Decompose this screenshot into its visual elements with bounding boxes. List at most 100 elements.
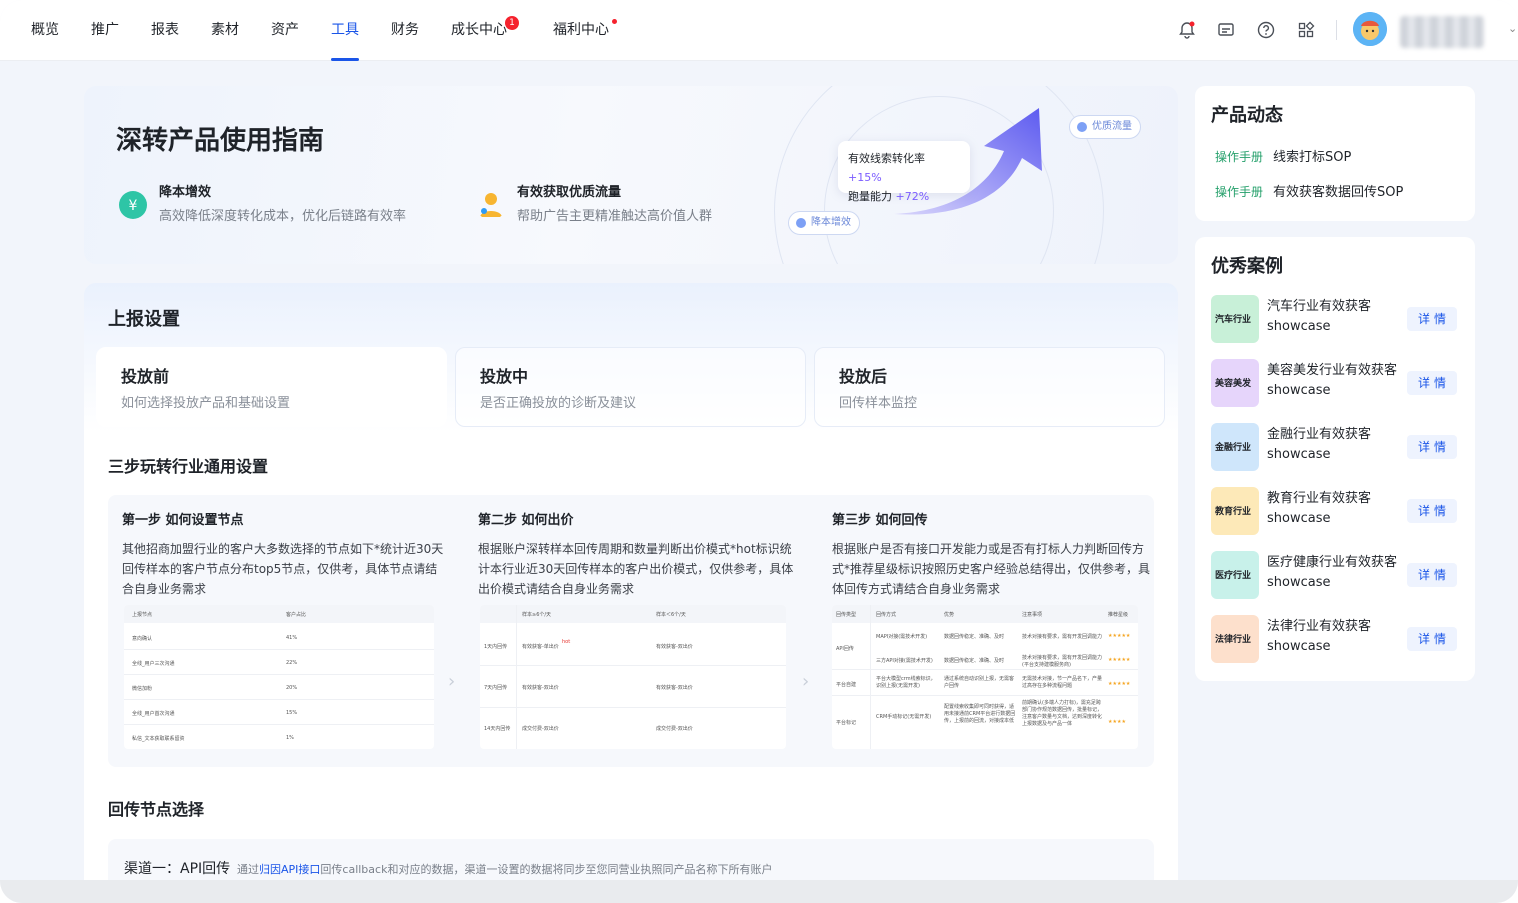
tab-desc: 如何选择投放产品和基础设置 — [121, 396, 291, 411]
case-thumbnail: 教育行业 — [1211, 487, 1259, 535]
case-detail-button[interactable]: 详情 — [1407, 371, 1457, 395]
tab-title: 投放中 — [480, 367, 529, 386]
table-cell: 平台标记 — [836, 720, 857, 726]
table-cell: 有效获客-双出价 — [656, 644, 693, 650]
bid-mode-table: 样本≥6个/天 样本＜6个/天 1天内回传 有效获客-单出价 hot 有效获客-… — [480, 605, 786, 749]
table-row-divider — [124, 649, 434, 650]
table-cell: 全线_用户三次沟通 — [132, 661, 175, 667]
case-name: 美容美发行业有效获客showcase — [1267, 363, 1398, 398]
nav-item-promotion[interactable]: 推广 — [91, 20, 119, 40]
table-header-cell: 优势 — [944, 612, 955, 618]
callback-method-table: 回传类型 回传方式 优势 注意事项 推荐星级 API回传 MAPI对接(需技术开… — [832, 605, 1138, 749]
tab-before-launch[interactable]: 投放前 如何选择投放产品和基础设置 — [96, 347, 447, 427]
table-cell: 三方API对接(需技术开发) — [876, 658, 933, 664]
table-header-cell: 回传方式 — [876, 612, 897, 618]
pill-cost-efficiency: 降本增效 — [788, 211, 860, 235]
table-cell: 平台自建 — [836, 682, 857, 688]
nav-item-growth-center[interactable]: 成长中心 — [451, 20, 507, 40]
table-row-divider — [124, 724, 434, 725]
star-rating: ★★★★★ — [1108, 681, 1131, 687]
metric-conversion-value: +15% — [848, 171, 882, 184]
case-thumbnail-label: 美容美发 — [1215, 379, 1252, 389]
chevron-right-icon: › — [448, 671, 456, 692]
table-cell: 22% — [286, 660, 298, 666]
case-item: 汽车行业 汽车行业有效获客showcase 详情 — [1211, 295, 1459, 345]
table-cell: 1天内回传 — [484, 644, 508, 650]
case-name: 教育行业有效获客showcase — [1267, 491, 1372, 526]
table-cell: API回传 — [836, 646, 854, 652]
case-name: 汽车行业有效获客showcase — [1267, 299, 1372, 334]
feature-desc-cost: 高效降低深度转化成本，优化后链路有效率 — [159, 209, 407, 224]
tab-during-launch[interactable]: 投放中 是否正确投放的诊断及建议 — [455, 347, 806, 427]
table-header-cell: 推荐星级 — [1108, 612, 1129, 618]
case-detail-button[interactable]: 详情 — [1407, 627, 1457, 651]
attribution-api-link[interactable]: 归因API接口 — [259, 863, 320, 876]
step-title: 第一步 如何设置节点 — [122, 513, 244, 528]
active-tab-indicator — [331, 58, 359, 61]
nav-item-finance[interactable]: 财务 — [391, 20, 419, 40]
apps-icon[interactable] — [1296, 20, 1316, 40]
nav-item-assets[interactable]: 资产 — [271, 20, 299, 40]
step-title: 第二步 如何出价 — [478, 513, 574, 528]
table-cell: 无需技术对接，节一产品名下，产量过高存在多种流程问题 — [1022, 676, 1103, 689]
nav-item-tools[interactable]: 工具 — [331, 20, 359, 40]
channel-desc: 通过归因API接口回传callback和对应的数据，渠道一设置的数据将同步至您同… — [237, 862, 772, 878]
svg-text:¥: ¥ — [129, 198, 138, 214]
case-thumbnail: 金融行业 — [1211, 423, 1259, 471]
avatar[interactable] — [1353, 12, 1387, 46]
case-thumbnail: 医疗行业 — [1211, 551, 1259, 599]
feature-title-traffic: 有效获取优质流量 — [517, 185, 622, 200]
step-1: 第一步 如何设置节点 其他招商加盟行业的客户大多数选择的节点如下*统计近30天回… — [122, 511, 444, 599]
channel-desc-prefix: 通过 — [237, 863, 259, 876]
case-detail-button[interactable]: 详情 — [1407, 307, 1457, 331]
table-cell: 意向确认 — [132, 636, 153, 642]
case-detail-button[interactable]: 详情 — [1407, 435, 1457, 459]
case-name: 医疗健康行业有效获客showcase — [1267, 555, 1398, 590]
case-thumbnail-label: 法律行业 — [1215, 635, 1252, 645]
case-item: 法律行业 法律行业有效获客showcase 详情 — [1211, 615, 1459, 665]
guide-banner: 深转产品使用指南 ¥ 降本增效 高效降低深度转化成本，优化后链路有效率 有效获取… — [84, 86, 1178, 264]
report-settings-section: 上报设置 投放前 如何选择投放产品和基础设置 投放中 是否正确投放的诊断及建议 … — [84, 283, 1178, 903]
hot-tag: hot — [562, 639, 571, 645]
table-col-divider — [516, 605, 517, 749]
channel-desc-suffix: 回传callback和对应的数据，渠道一设置的数据将同步至您同营业执照同产品名称… — [320, 863, 773, 876]
table-cell: 技术对接有要求，需有开发回调能力 — [1022, 634, 1103, 640]
tab-after-launch[interactable]: 投放后 回传样本监控 — [814, 347, 1165, 427]
metrics-card: 有效线索转化率 +15% 跑量能力 +72% — [838, 141, 970, 203]
chevron-down-icon[interactable]: ⌄ — [1508, 22, 1517, 35]
people-icon — [480, 193, 502, 217]
help-icon[interactable] — [1256, 20, 1276, 40]
star-rating: ★★★★ — [1108, 719, 1126, 725]
nav-item-overview[interactable]: 概览 — [31, 20, 59, 40]
nav-item-reports[interactable]: 报表 — [151, 20, 179, 40]
pill-dot-icon — [1077, 122, 1087, 132]
account-name-blurred[interactable] — [1400, 16, 1484, 48]
tab-desc: 回传样本监控 — [839, 396, 918, 411]
table-cell: 20% — [286, 685, 298, 691]
news-item[interactable]: 操作手册 线索打标SOP — [1215, 148, 1351, 167]
table-cell: CRM手动标记(无需开发) — [876, 714, 932, 720]
case-detail-button[interactable]: 详情 — [1407, 499, 1457, 523]
table-header-cell: 注意事项 — [1022, 612, 1043, 618]
news-text: 线索打标SOP — [1273, 150, 1352, 165]
steps-panel: 第一步 如何设置节点 其他招商加盟行业的客户大多数选择的节点如下*统计近30天回… — [108, 495, 1154, 767]
feature-title-cost: 降本增效 — [159, 185, 212, 200]
nav-item-welfare-center[interactable]: 福利中心 — [553, 20, 609, 40]
case-name: 金融行业有效获客showcase — [1267, 427, 1372, 462]
star-rating: ★★★★★ — [1108, 657, 1131, 663]
bell-icon[interactable] — [1177, 20, 1197, 40]
growth-center-badge: 1 — [505, 16, 519, 30]
case-name: 法律行业有效获客showcase — [1267, 619, 1372, 654]
message-icon[interactable] — [1216, 20, 1236, 40]
table-cell: 微信加粉 — [132, 686, 153, 692]
feature-desc-traffic: 帮助广告主更精准触达高价值人群 — [517, 209, 713, 224]
step-3: 第三步 如何回传 根据账户是否有接口开发能力或是否有打标人力判断回传方式*推荐星… — [832, 511, 1154, 599]
case-thumbnail: 美容美发 — [1211, 359, 1259, 407]
nav-item-materials[interactable]: 素材 — [211, 20, 239, 40]
node-distribution-table: 上报节点 客户占比 意向确认 41% 全线_用户三次沟通 22% 微信加粉 20… — [124, 605, 434, 749]
toolbar-divider — [1336, 20, 1337, 40]
table-cell: 14天内回传 — [484, 726, 511, 732]
news-item[interactable]: 操作手册 有效获客数据回传SOP — [1215, 183, 1403, 202]
case-detail-button[interactable]: 详情 — [1407, 563, 1457, 587]
table-cell: MAPI对接(需技术开发) — [876, 634, 928, 640]
